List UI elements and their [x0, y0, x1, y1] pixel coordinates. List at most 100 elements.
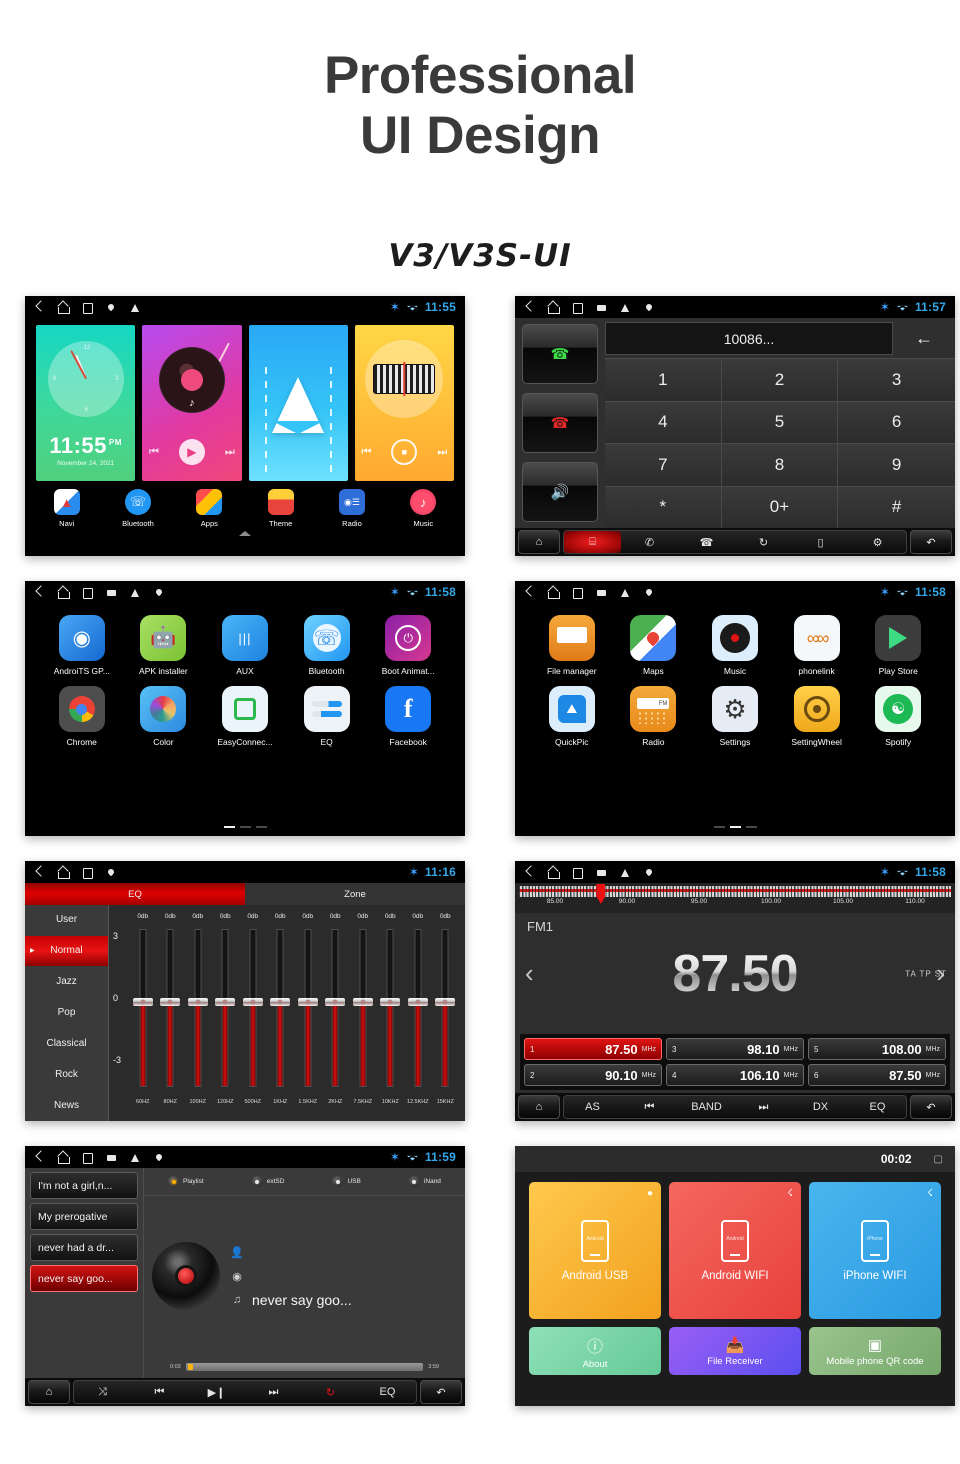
app-item[interactable]: f Facebook [367, 686, 449, 747]
previous-station-icon[interactable]: ⏮ [621, 1096, 678, 1118]
page-dot[interactable] [713, 825, 725, 828]
dock-item-navi[interactable]: ▲ Navi [31, 489, 102, 537]
android-wifi-tile[interactable]: ☇ Android Android WIFI [669, 1182, 801, 1319]
back-icon[interactable] [523, 301, 536, 314]
tab-zone[interactable]: Zone [245, 883, 465, 905]
app-item[interactable]: ◉ AndroiTS GP... [41, 615, 123, 676]
eq-band-thumb[interactable] [352, 998, 373, 1007]
app-drawer-handle-icon[interactable] [239, 531, 251, 536]
eq-band-track[interactable] [331, 929, 339, 1087]
back-icon[interactable] [33, 586, 46, 599]
dial-key[interactable]: 7 [605, 443, 722, 486]
radio-preset[interactable]: 5 108.00 MHz [808, 1038, 946, 1060]
eq-band-track[interactable] [166, 929, 174, 1087]
recents-icon[interactable] [571, 301, 584, 314]
page-dot[interactable] [255, 825, 267, 828]
iphone-wifi-tile[interactable]: ☇ iPhone iPhone WIFI [809, 1182, 941, 1319]
back-icon[interactable] [33, 301, 46, 314]
recents-icon[interactable] [81, 1151, 94, 1164]
nav-home-button[interactable]: ⌂ [518, 530, 560, 554]
app-item[interactable]: EasyConnec... [204, 686, 286, 747]
app-item[interactable]: 🤖 APK installer [123, 615, 205, 676]
app-item[interactable]: Chrome [41, 686, 123, 747]
call-button[interactable]: ☎ [522, 324, 598, 384]
eq-band-thumb[interactable] [297, 998, 318, 1007]
eq-band-thumb[interactable] [270, 998, 291, 1007]
hangup-button[interactable]: ☎ [522, 393, 598, 453]
eq-band-track[interactable] [221, 929, 229, 1087]
next-icon[interactable]: ⏭ [225, 446, 235, 459]
radio-previous-icon[interactable]: ⏮ [361, 446, 371, 459]
recents-icon[interactable] [571, 866, 584, 879]
eq-band[interactable]: 0db 15KHZ [432, 905, 460, 1121]
shuffle-icon[interactable]: ⤨ [74, 1381, 131, 1403]
app-item[interactable]: ⚙ Settings [694, 686, 776, 747]
preset-pop[interactable]: Pop [25, 997, 108, 1029]
radio-widget[interactable]: ⏮ ■ ⏭ [354, 325, 454, 481]
source-extsd[interactable]: extSD [251, 1176, 284, 1187]
eq-band[interactable]: 0db 2KHZ [322, 905, 350, 1121]
eq-band-thumb[interactable] [215, 998, 236, 1007]
radio-preset[interactable]: 1 87.50 MHz [524, 1038, 662, 1060]
backspace-arrow-icon[interactable]: ← [893, 318, 955, 358]
eq-band-thumb[interactable] [160, 998, 181, 1007]
recents-icon[interactable] [81, 301, 94, 314]
eq-band[interactable]: 0db 1.5KHZ [294, 905, 322, 1121]
nav-back-button[interactable]: ↶ [910, 1095, 952, 1119]
qr-code-tile[interactable]: ▣ Mobile phone QR code [809, 1327, 941, 1375]
playlist-item[interactable]: I'm not a girl,n... [30, 1172, 138, 1199]
radio-next-icon[interactable]: ⏭ [437, 446, 447, 459]
dialpad-tab[interactable]: ⌸ [564, 531, 621, 553]
android-usb-tile[interactable]: ● Android Android USB [529, 1182, 661, 1319]
eq-band-track[interactable] [194, 929, 202, 1087]
app-item[interactable]: ∞∞ phonelink [776, 615, 858, 676]
recents-icon[interactable] [81, 866, 94, 879]
preset-jazz[interactable]: Jazz [25, 966, 108, 998]
playlist-item[interactable]: never say goo... [30, 1265, 138, 1292]
eq-band[interactable]: 0db 500HZ [239, 905, 267, 1121]
app-item[interactable]: Color [123, 686, 205, 747]
previous-icon[interactable]: ⏮ [149, 446, 159, 459]
dock-item-apps[interactable]: Apps [174, 489, 245, 537]
eq-band[interactable]: 0db 60HZ [129, 905, 157, 1121]
eq-band[interactable]: 0db 12.5KHZ [404, 905, 432, 1121]
progress-bar[interactable] [185, 1363, 424, 1371]
eq-band-track[interactable] [249, 929, 257, 1087]
music-widget[interactable]: ♪ ⏮ ▶ ⏭ [142, 325, 242, 481]
incoming-calls-tab[interactable]: ✆ [621, 531, 678, 553]
auto-scan-button[interactable]: AS [564, 1096, 621, 1118]
page-dot[interactable] [239, 825, 251, 828]
eq-band-track[interactable] [276, 929, 284, 1087]
eq-band-thumb[interactable] [132, 998, 153, 1007]
play-icon[interactable]: ▶ [178, 439, 205, 465]
previous-track-icon[interactable]: ⏮ [131, 1381, 188, 1403]
dock-item-radio[interactable]: ◉☰ Radio [316, 489, 387, 537]
radio-preset[interactable]: 3 98.10 MHz [666, 1038, 804, 1060]
phone-sync-tab[interactable]: ▯ [792, 531, 849, 553]
dial-key[interactable]: 4 [605, 400, 722, 443]
dial-key[interactable]: 5 [721, 400, 839, 443]
radio-preset[interactable]: 2 90.10 MHz [524, 1064, 662, 1086]
source-playlist[interactable]: Playlist [168, 1176, 204, 1187]
app-item[interactable]: ☏ Bluetooth [286, 615, 368, 676]
eq-band[interactable]: 0db 120HZ [212, 905, 240, 1121]
navigation-widget[interactable] [248, 325, 348, 481]
dial-key[interactable]: * [605, 485, 722, 528]
eq-band-thumb[interactable] [242, 998, 263, 1007]
app-item[interactable]: FM Radio [613, 686, 695, 747]
eq-band-track[interactable] [304, 929, 312, 1087]
nav-home-button[interactable]: ⌂ [28, 1380, 70, 1404]
recents-icon[interactable] [571, 586, 584, 599]
dock-item-bluetooth[interactable]: ☏ Bluetooth [102, 489, 173, 537]
eq-band[interactable]: 0db 1KHZ [267, 905, 295, 1121]
tuner-strip[interactable] [519, 886, 951, 897]
home-icon[interactable] [57, 866, 70, 879]
dock-item-theme[interactable]: Theme [245, 489, 316, 537]
screen-icon[interactable]: ▢ [934, 1154, 943, 1165]
mute-button[interactable]: 🔊 [522, 462, 598, 522]
app-item[interactable]: Music [694, 615, 776, 676]
eq-band[interactable]: 0db 10KHZ [377, 905, 405, 1121]
back-icon[interactable] [523, 586, 536, 599]
home-icon[interactable] [547, 301, 560, 314]
home-icon[interactable] [547, 586, 560, 599]
